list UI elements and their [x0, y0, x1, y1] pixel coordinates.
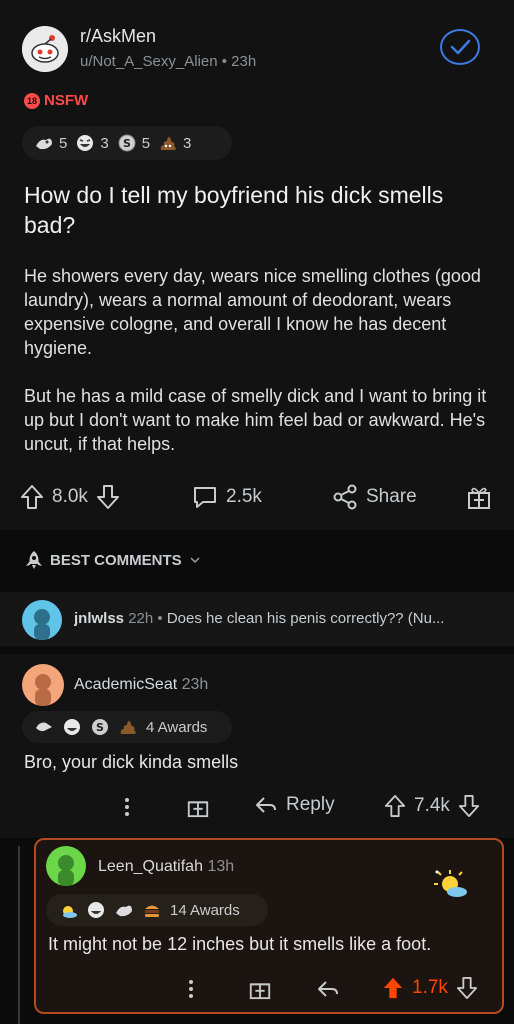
- upvote-icon[interactable]: [20, 484, 44, 510]
- collapsed-comment-line: jnlwlss 22h • Does he clean his penis co…: [74, 610, 504, 627]
- comment-author[interactable]: Leen_Quatifah: [98, 858, 203, 875]
- comment-time: 13h: [207, 858, 235, 875]
- comment: AcademicSeat 23h S 4 Awards Bro, your di…: [0, 654, 514, 838]
- comment-action-bar: Reply 7.4k: [0, 792, 514, 822]
- reply-button[interactable]: Reply: [254, 794, 335, 816]
- more-options-icon[interactable]: [120, 795, 134, 819]
- rocket-icon: [26, 551, 42, 569]
- comment-author[interactable]: jnlwlss: [74, 610, 124, 627]
- comment-awards[interactable]: S 4 Awards: [22, 711, 232, 743]
- award-item: 3: [75, 134, 109, 152]
- post-awards[interactable]: 5 3 S 5 3: [22, 126, 232, 160]
- gift-icon[interactable]: [186, 794, 210, 818]
- post-card: r/AskMen u/Not_A_Sexy_Alien • 23h 18 NSF…: [0, 0, 514, 530]
- nsfw-tag: 18 NSFW: [24, 92, 88, 109]
- share-button[interactable]: Share: [332, 484, 417, 510]
- comment-action-bar: 1.7k: [36, 974, 502, 1004]
- laughing-face-icon: [88, 902, 104, 918]
- gift-icon: [468, 487, 490, 509]
- chevron-down-icon: [190, 557, 200, 564]
- wholesome-seal-icon: [116, 905, 132, 917]
- subreddit-name[interactable]: r/AskMen: [80, 26, 156, 47]
- comment-time: 22h: [128, 610, 154, 627]
- award-item: 3: [158, 134, 191, 152]
- separator-dot: •: [157, 610, 163, 627]
- post-action-bar: 8.0k 2.5k Share: [0, 478, 514, 518]
- post-body: He showers every day, wears nice smellin…: [24, 264, 494, 480]
- comments-button[interactable]: 2.5k: [192, 484, 262, 510]
- subreddit-avatar[interactable]: [22, 26, 68, 72]
- post-paragraph: He showers every day, wears nice smellin…: [24, 266, 481, 358]
- award-item: S 5: [117, 134, 150, 152]
- reply-label: Reply: [286, 794, 335, 815]
- sun-award-icon: [434, 870, 467, 897]
- poop-icon: [120, 721, 136, 734]
- svg-text:S: S: [96, 721, 104, 734]
- vote-score: 7.4k: [414, 795, 450, 816]
- awards-count: 14 Awards: [170, 901, 240, 919]
- downvote-icon[interactable]: [456, 976, 478, 1000]
- svg-text:S: S: [123, 137, 131, 150]
- more-options-icon[interactable]: [184, 977, 198, 1001]
- comment-bubble-icon: [194, 487, 216, 508]
- thread-line[interactable]: [18, 846, 20, 1024]
- downvote-icon[interactable]: [96, 484, 120, 510]
- wholesome-seal-icon: [36, 138, 52, 150]
- reply-arrow-icon: [256, 797, 276, 813]
- post-title[interactable]: How do I tell my boyfriend his dick smel…: [24, 180, 484, 240]
- vote-group: 7.4k: [384, 794, 480, 818]
- comment-author[interactable]: AcademicSeat: [74, 676, 177, 693]
- comment-text: It might not be 12 inches but it smells …: [48, 934, 432, 954]
- comment-header: Leen_Quatifah 13h: [98, 858, 234, 876]
- silver-coin-icon: S: [92, 719, 108, 735]
- share-icon: [333, 484, 357, 510]
- collapsed-comment[interactable]: jnlwlss 22h • Does he clean his penis co…: [0, 592, 514, 646]
- awards-count: 4 Awards: [146, 718, 208, 736]
- user-avatar[interactable]: [22, 600, 62, 640]
- hamburger-award-icon: [145, 905, 159, 917]
- check-icon: [450, 39, 471, 55]
- upvote-count: 8.0k: [52, 486, 88, 507]
- give-award-button[interactable]: [466, 484, 492, 510]
- comment-preview: Does he clean his penis correctly?? (Nu.…: [166, 610, 445, 627]
- nsfw-badge-icon: 18: [24, 92, 40, 109]
- user-avatar[interactable]: [22, 664, 64, 706]
- sunrise-award-icon: [63, 906, 77, 918]
- vote-group: 1.7k: [382, 976, 478, 1000]
- laughing-face-icon: [77, 135, 94, 151]
- post-author-time[interactable]: u/Not_A_Sexy_Alien • 23h: [80, 53, 256, 70]
- upvote-active-icon[interactable]: [382, 976, 404, 1000]
- comment-count: 2.5k: [226, 486, 262, 507]
- post-paragraph: But he has a mild case of smelly dick an…: [24, 386, 487, 454]
- comment-sort-dropdown[interactable]: BEST COMMENTS: [24, 550, 202, 570]
- vote-score: 1.7k: [412, 977, 448, 998]
- comment-awards[interactable]: 14 Awards: [46, 894, 268, 926]
- vote-group: 8.0k: [20, 484, 120, 510]
- user-avatar[interactable]: [46, 846, 86, 886]
- comment-time: 23h: [181, 676, 209, 693]
- gift-icon[interactable]: [248, 976, 272, 1000]
- joined-button[interactable]: [440, 29, 480, 65]
- award-item: 5: [34, 134, 67, 152]
- nsfw-label: NSFW: [44, 92, 89, 109]
- silver-coin-icon: S: [118, 134, 136, 152]
- laughing-face-icon: [64, 719, 80, 735]
- comment-header: AcademicSeat 23h: [74, 676, 208, 694]
- hand-award-icon: [36, 722, 52, 732]
- downvote-icon[interactable]: [458, 794, 480, 818]
- share-label: Share: [366, 486, 417, 507]
- highlighted-reply: Leen_Quatifah 13h 14 Awards It might not…: [34, 838, 504, 1014]
- poop-icon: [160, 137, 176, 150]
- reply-arrow-icon[interactable]: [316, 978, 340, 1000]
- upvote-icon[interactable]: [384, 794, 406, 818]
- comment-sort-label: BEST COMMENTS: [50, 551, 182, 569]
- comment-text: Bro, your dick kinda smells: [24, 752, 239, 772]
